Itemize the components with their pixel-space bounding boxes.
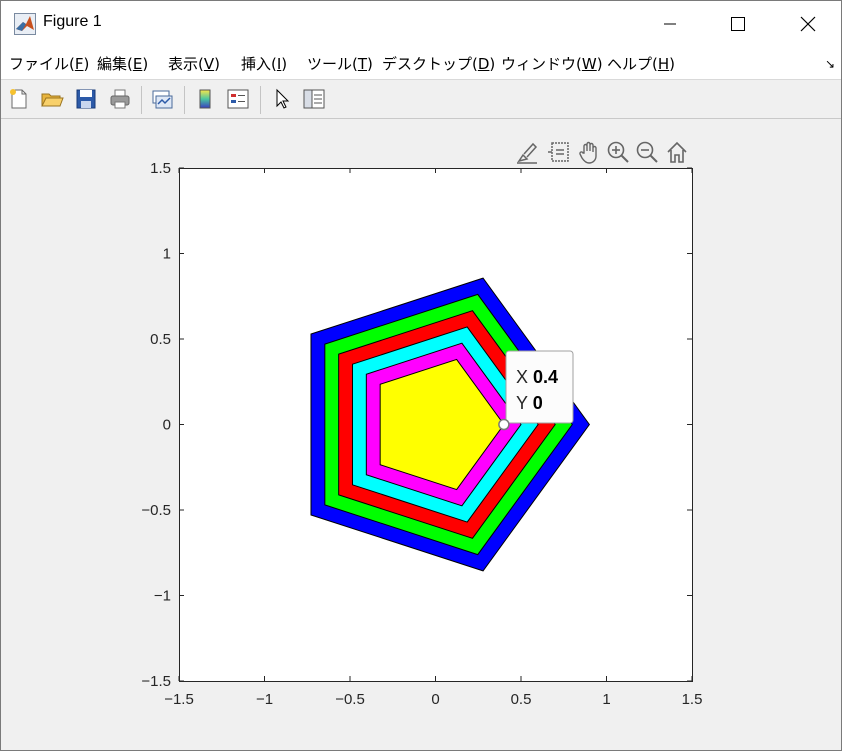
- y-tick-label: −1: [154, 588, 171, 605]
- figure-window: Figure 1 ファイル(F) 編集(E) 表示(V) 挿入(I) ツール(T…: [0, 0, 842, 751]
- datatip-y-label: Y: [516, 393, 533, 413]
- y-tick-label: 0.5: [150, 331, 171, 348]
- x-tick-label: 0.5: [511, 691, 532, 708]
- x-tick-label: −1.5: [164, 691, 194, 708]
- y-tick-label: 1: [163, 246, 171, 263]
- y-tick-label: −0.5: [141, 502, 171, 519]
- datatip-x-value: 0.4: [533, 367, 558, 387]
- x-tick-label: −1: [256, 691, 273, 708]
- y-tick-label: 1.5: [150, 160, 171, 177]
- datatip-y-row: Y 0: [516, 393, 543, 413]
- datatip-group[interactable]: X 0.4Y 0: [498, 350, 574, 431]
- x-tick-label: 0: [431, 691, 439, 708]
- datatip-x-row: X 0.4: [516, 367, 558, 387]
- datatip-y-value: 0: [533, 393, 543, 413]
- y-tick-label: −1.5: [141, 673, 171, 690]
- plot-svg: −1.5 −1 −0.5 0 0.5 1 1.5 −1.5 −1 −0.5 0 0.5 1 1.5 X 0…: [141, 160, 703, 708]
- y-tick-label: 0: [163, 417, 171, 434]
- x-tick-label: 1: [602, 691, 610, 708]
- x-tick-label: −0.5: [335, 691, 365, 708]
- x-tick-label: 1.5: [682, 691, 703, 708]
- datatip-marker[interactable]: [498, 418, 510, 431]
- datatip-x-label: X: [516, 367, 533, 387]
